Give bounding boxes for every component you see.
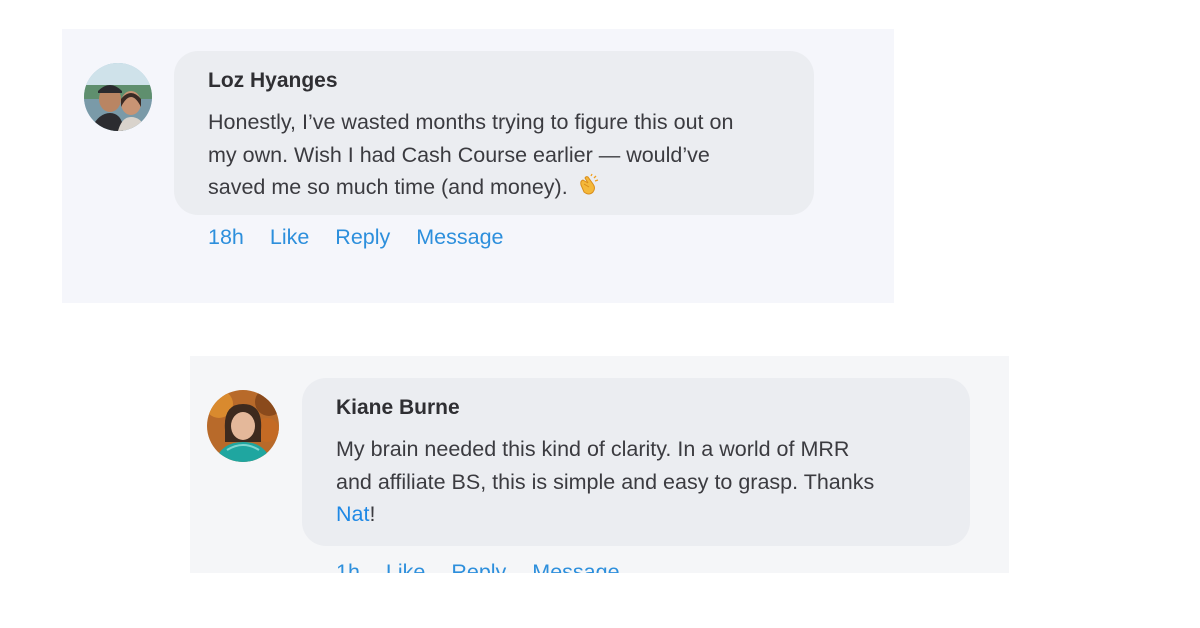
clapping-hands-icon: [576, 173, 600, 207]
comment-actions: 18h Like Reply Message: [208, 225, 524, 250]
page: Loz Hyanges Honestly, I’ve wasted months…: [0, 0, 1200, 628]
reply-button[interactable]: Reply: [451, 560, 506, 573]
comment-punctuation: !: [369, 502, 376, 526]
comment-line-text: saved me so much time (and money).: [208, 175, 568, 199]
like-button[interactable]: Like: [386, 560, 425, 573]
comment-card: Loz Hyanges Honestly, I’ve wasted months…: [62, 29, 894, 303]
comment-line: Honestly, I’ve wasted months trying to f…: [208, 110, 734, 134]
comment-text: My brain needed this kind of clarity. In…: [336, 433, 966, 531]
comment-line: My brain needed this kind of clarity. In…: [336, 437, 850, 461]
comment-line: and affiliate BS, this is simple and eas…: [336, 469, 875, 494]
message-button[interactable]: Message: [532, 560, 619, 573]
comment-line: my own. Wish I had Cash Course earlier —…: [208, 142, 710, 167]
avatar-photo: [84, 63, 152, 131]
avatar[interactable]: [84, 63, 152, 131]
comment-line-last: saved me so much time (and money).: [208, 171, 808, 207]
comment-bubble: Kiane Burne My brain needed this kind of…: [302, 378, 970, 546]
comment-text: Honestly, I’ve wasted months trying to f…: [208, 106, 808, 207]
mention-link[interactable]: Nat: [336, 502, 369, 526]
timestamp-link[interactable]: 1h: [336, 560, 360, 573]
like-button[interactable]: Like: [270, 225, 309, 249]
comment-line-last: Nat!: [336, 498, 966, 531]
comment-author[interactable]: Loz Hyanges: [208, 69, 338, 93]
comment-bubble: Loz Hyanges Honestly, I’ve wasted months…: [174, 51, 814, 215]
reply-button[interactable]: Reply: [335, 225, 390, 249]
comment-actions: 1h Like Reply Message: [336, 560, 640, 573]
comment-card: Kiane Burne My brain needed this kind of…: [190, 356, 1009, 573]
avatar-photo: [207, 390, 279, 462]
message-button[interactable]: Message: [416, 225, 503, 249]
comment-author[interactable]: Kiane Burne: [336, 396, 460, 420]
avatar[interactable]: [207, 390, 279, 462]
timestamp-link[interactable]: 18h: [208, 225, 244, 249]
